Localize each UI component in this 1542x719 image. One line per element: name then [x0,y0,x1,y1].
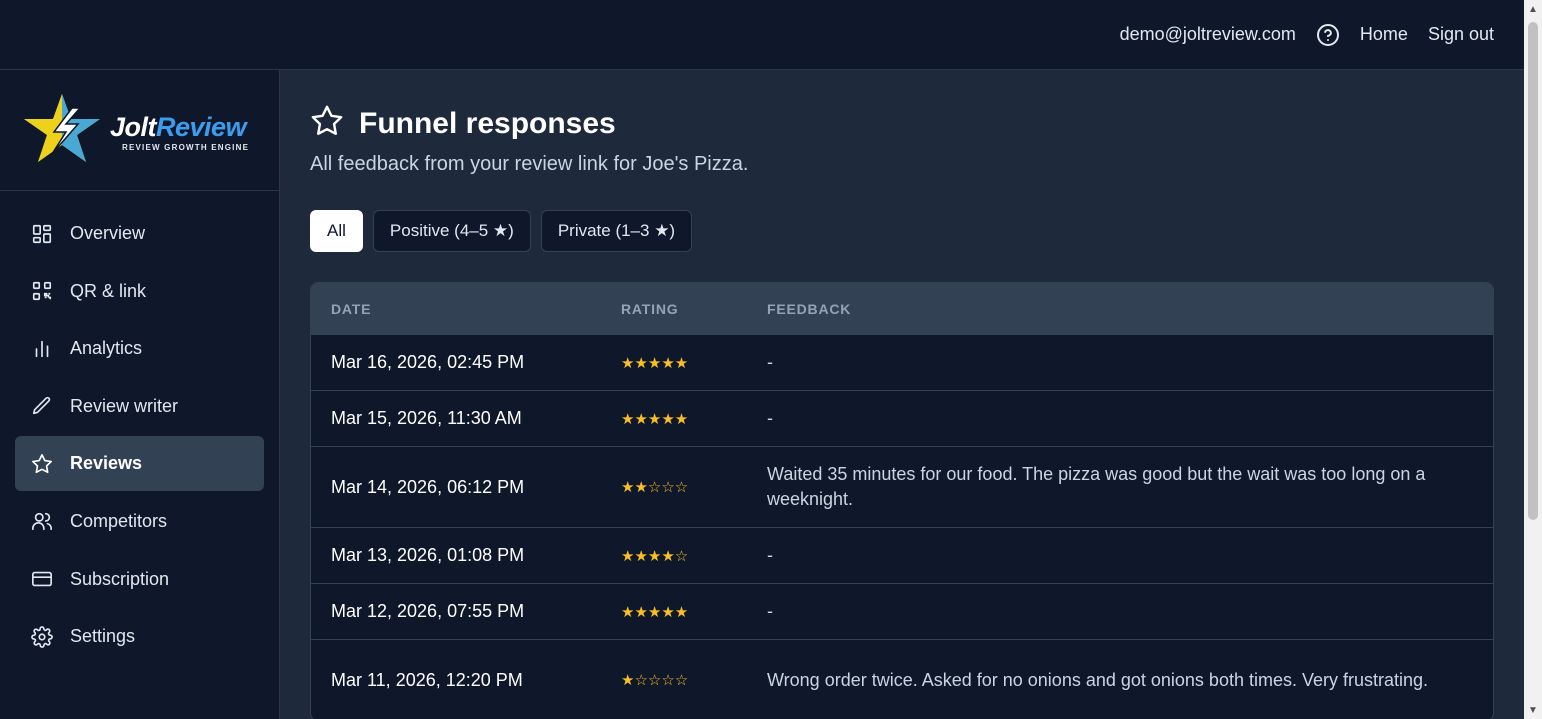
table-header: DATE RATING FEEDBACK [311,283,1493,334]
sidebar-item-review-writer[interactable]: Review writer [15,379,264,434]
rating-stars: ★★★★★ [621,354,689,372]
sidebar-item-label: Analytics [70,338,143,359]
row-date: Mar 16, 2026, 02:45 PM [331,352,525,372]
table-row[interactable]: Mar 14, 2026, 06:12 PM ★★☆☆☆ Waited 35 m… [311,446,1493,527]
sidebar-item-overview[interactable]: Overview [15,206,264,261]
filter-positive-button[interactable]: Positive (4–5 ★) [372,210,531,252]
sidebar-item-label: Review writer [70,395,179,416]
sidebar-nav: Overview QR & link Analytics Review writ… [0,191,279,664]
filter-tabs: All Positive (4–5 ★) Private (1–3 ★) [310,210,693,252]
top-bar: demo@joltreview.com Home Sign out [0,0,1524,70]
credit-card-icon [30,567,54,591]
sign-out-link[interactable]: Sign out [1428,24,1494,45]
sidebar-item-label: QR & link [70,280,147,301]
sidebar-item-label: Reviews [70,453,143,474]
column-header-date[interactable]: DATE [311,301,621,317]
table-row[interactable]: Mar 12, 2026, 07:55 PM ★★★★★ - [311,583,1493,639]
page-title: Funnel responses [359,106,616,140]
star-icon [30,452,54,476]
table-row[interactable]: Mar 11, 2026, 12:20 PM ★☆☆☆☆ Wrong order… [311,639,1493,719]
page-scrollbar[interactable]: ▲ ▼ [1524,0,1542,719]
row-feedback: Waited 35 minutes for our food. The pizz… [767,464,1426,509]
sidebar-item-qr-link[interactable]: QR & link [15,264,264,319]
filter-private-button[interactable]: Private (1–3 ★) [540,210,693,252]
bar-chart-icon [30,337,54,361]
sidebar-item-settings[interactable]: Settings [15,609,264,664]
scroll-thumb[interactable] [1528,22,1538,520]
grid-icon [30,222,54,246]
home-link[interactable]: Home [1360,24,1408,45]
brand-name: JoltReview [110,111,247,142]
rating-stars: ★★☆☆☆ [621,479,689,496]
sidebar-item-competitors[interactable]: Competitors [15,494,264,549]
column-header-feedback[interactable]: FEEDBACK [767,301,1493,317]
user-email: demo@joltreview.com [1119,24,1296,44]
sidebar-item-label: Competitors [70,510,168,531]
users-icon [30,509,54,533]
sidebar-item-analytics[interactable]: Analytics [15,321,264,376]
rating-stars: ★★★★☆ [621,547,689,565]
rating-stars: ★★★★★ [621,410,689,428]
rating-stars: ★★★★★ [621,603,689,621]
row-feedback: - [767,408,773,428]
row-feedback: - [767,352,773,372]
filter-all-button[interactable]: All [310,210,363,252]
gear-icon [30,625,54,649]
main-content: Funnel responses All feedback from your … [280,70,1524,719]
row-date: Mar 15, 2026, 11:30 AM [331,408,522,428]
question-circle-icon[interactable] [1316,23,1340,47]
table-row[interactable]: Mar 13, 2026, 01:08 PM ★★★★☆ - [311,527,1493,583]
sidebar-item-reviews[interactable]: Reviews [15,436,264,492]
sidebar-item-label: Settings [70,626,136,647]
row-feedback: Wrong order twice. Asked for no onions a… [767,669,1429,690]
star-icon [310,104,344,143]
responses-table: DATE RATING FEEDBACK Mar 16, 2026, 02:45… [310,282,1494,719]
rating-stars: ★☆☆☆☆ [621,672,689,689]
scroll-up-arrow-icon[interactable]: ▲ [1524,0,1542,18]
scroll-down-arrow-icon[interactable]: ▼ [1524,701,1542,719]
page-subtitle: All feedback from your review link for J… [310,153,749,175]
pencil-icon [30,394,54,418]
row-date: Mar 12, 2026, 07:55 PM [331,601,525,621]
brand-logo[interactable]: JoltReview REVIEW GROWTH ENGINE [0,70,279,191]
sidebar-item-label: Overview [70,223,146,243]
table-row[interactable]: Mar 16, 2026, 02:45 PM ★★★★★ - [311,334,1493,390]
row-date: Mar 14, 2026, 06:12 PM [331,476,525,497]
row-feedback: - [767,545,773,565]
table-row[interactable]: Mar 15, 2026, 11:30 AM ★★★★★ - [311,390,1493,446]
column-header-rating[interactable]: RATING [621,301,767,317]
qr-code-icon [30,279,54,303]
sidebar-item-label: Subscription [70,568,170,589]
brand-tagline: REVIEW GROWTH ENGINE [122,142,250,152]
row-date: Mar 13, 2026, 01:08 PM [331,545,525,565]
sidebar-item-subscription[interactable]: Subscription [15,552,264,607]
lightning-star-icon [24,94,100,162]
sidebar: JoltReview REVIEW GROWTH ENGINE Overview… [0,70,280,719]
row-date: Mar 11, 2026, 12:20 PM [331,669,523,690]
row-feedback: - [767,601,773,621]
